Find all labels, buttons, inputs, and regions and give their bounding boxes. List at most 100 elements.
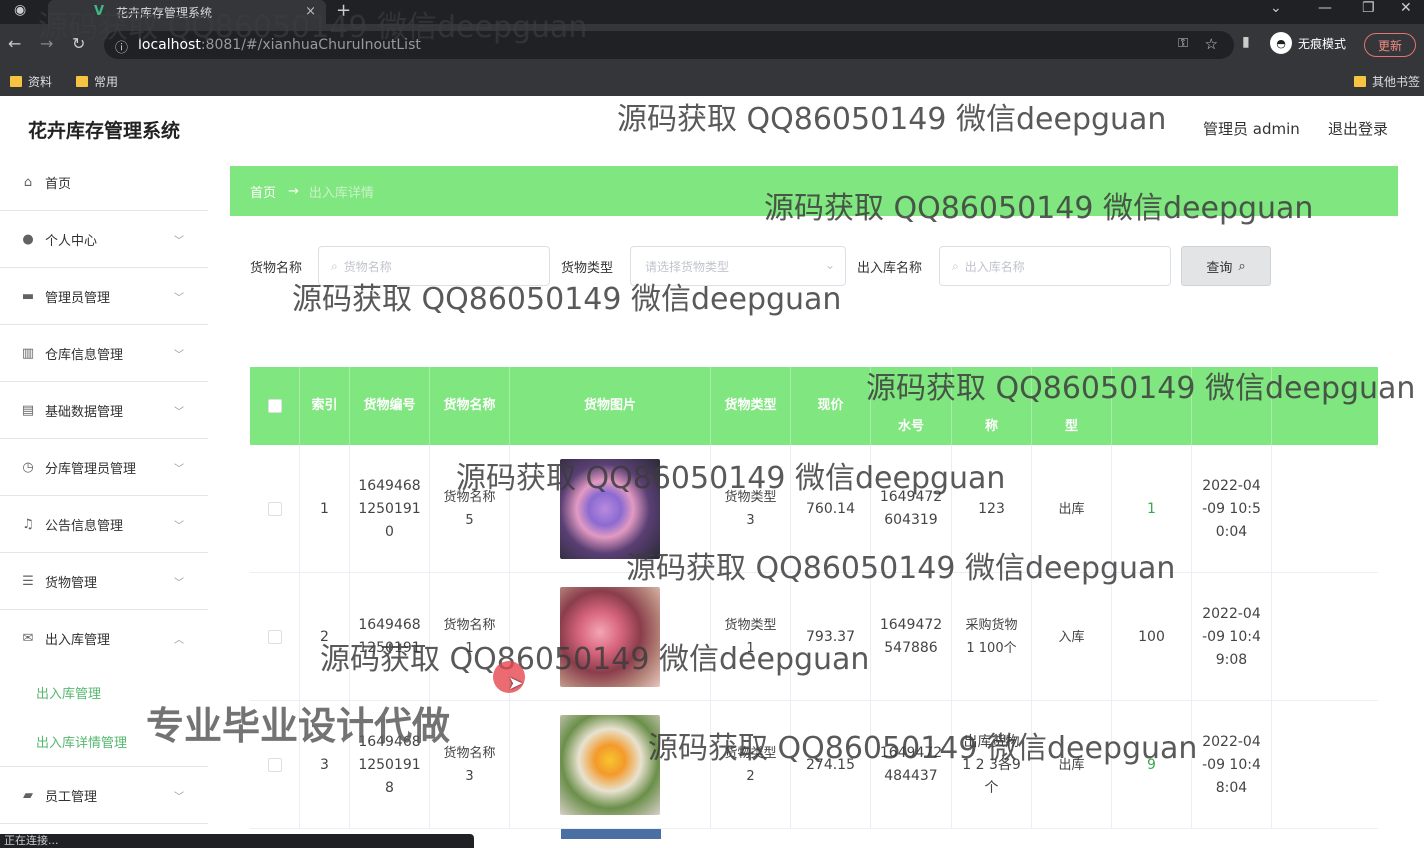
site-info-icon[interactable]: ⓘ [115, 37, 128, 56]
col-time[interactable] [1192, 367, 1272, 445]
col-label: 货物名称 [443, 398, 496, 413]
sidebar-item-profile[interactable]: ● 个人中心 ﹀ [0, 211, 208, 268]
cell-time: 2022-04 -09 10:4 9:08 [1192, 573, 1272, 701]
breadcrumb-current: 出入库详情 [308, 185, 374, 201]
sidebar-item-home[interactable]: ⌂ 首页 [0, 154, 208, 211]
url-input[interactable]: ⓘ localhost:8081/#/xianhuaChuruInoutList… [104, 31, 1234, 59]
col-price[interactable]: 现价 [791, 367, 871, 445]
cell-index: 2 [300, 573, 350, 701]
breadcrumb: 首页 → 出入库详情 [230, 166, 1398, 216]
cell-inout-type: 入库 [1032, 573, 1112, 701]
key-icon[interactable]: ⚿ [1178, 36, 1188, 51]
sidebar-item-label: 基础数据管理 [45, 404, 124, 420]
cell-serial: 1649472 484437 [871, 701, 952, 829]
sidebar-item-staff[interactable]: ▰ 员工管理 ﹀ [0, 767, 208, 824]
chevron-down-icon: ⌄ [824, 258, 835, 272]
breadcrumb-home[interactable]: 首页 [250, 182, 276, 201]
sidebar-item-label: 员工管理 [45, 789, 98, 805]
col-goods-name[interactable]: 货物名称 [430, 367, 510, 445]
close-window-icon[interactable]: ✕ [1400, 0, 1412, 16]
breadcrumb-arrow-icon: → [288, 183, 299, 199]
sidebar-item-warehouse[interactable]: ▥ 仓库信息管理 ﹀ [0, 325, 208, 382]
col-inout-type[interactable]: 型 [1032, 367, 1112, 445]
back-icon[interactable]: ← [8, 34, 21, 53]
cell-quantity: 9 [1112, 701, 1192, 829]
chevron-down-icon: ﹀ [174, 350, 184, 361]
other-bookmarks[interactable]: 其他书签 [1354, 73, 1420, 90]
flower-photo[interactable] [560, 587, 660, 687]
forward-icon[interactable]: → [40, 34, 53, 53]
restore-icon[interactable]: ❐ [1362, 0, 1375, 16]
url-path: :8081/#/xianhuaChuruInoutList [200, 37, 421, 53]
col-quantity[interactable] [1112, 367, 1192, 445]
bookmarks-bar: 资料 常用 其他书签 [0, 66, 1424, 96]
goods-name-input[interactable]: ⌕ 货物名称 [318, 246, 550, 286]
update-button[interactable]: 更新 [1364, 33, 1416, 57]
col-index[interactable]: 索引 [300, 367, 350, 445]
cell-goods-photo[interactable] [510, 445, 711, 573]
bookmark-folder[interactable]: 常用 [76, 73, 118, 90]
bookmark-folder[interactable]: 资料 [10, 73, 52, 90]
current-user: 管理员 admin [1203, 120, 1300, 138]
col-goods-photo[interactable]: 货物图片 [510, 367, 711, 445]
browser-tab[interactable]: V 花卉库存管理系统 × [48, 0, 326, 24]
browser-menu-icon[interactable]: ◉ [14, 2, 26, 18]
new-tab-icon[interactable]: + [336, 0, 351, 21]
chevron-down-icon: ﹀ [174, 792, 184, 803]
col-goods-code[interactable]: 货物编号 [350, 367, 430, 445]
inout-name-input[interactable]: ⌕ 出入库名称 [939, 246, 1171, 286]
inout-name-label: 出入库名称 [857, 260, 923, 276]
cell-goods-photo[interactable] [510, 573, 711, 701]
cell-inout-name: 采购货物 1 100个 [952, 573, 1032, 701]
chevron-down-icon: ﹀ [174, 407, 184, 418]
select-all-checkbox[interactable] [250, 367, 300, 445]
cell-price: 760.14 [791, 445, 871, 573]
minimize-icon[interactable]: — [1318, 0, 1332, 16]
query-button-label: 查询 [1206, 260, 1233, 276]
sidebar-item-admins[interactable]: ▬ 管理员管理 ﹀ [0, 268, 208, 325]
star-icon[interactable]: ☆ [1205, 35, 1218, 53]
col-actions [1272, 367, 1378, 445]
cell-goods-photo[interactable] [510, 701, 711, 829]
logout-link[interactable]: 退出登录 [1328, 118, 1388, 139]
col-serial[interactable]: 水号 [871, 367, 952, 445]
cell-quantity: 100 [1112, 573, 1192, 701]
goods-type-placeholder: 请选择货物类型 [645, 259, 730, 274]
chevron-down-icon: ﹀ [174, 578, 184, 589]
sidebar-item-notices[interactable]: ♫ 公告信息管理 ﹀ [0, 496, 208, 553]
cell-serial: 1649472 547886 [871, 573, 952, 701]
flower-photo[interactable] [561, 829, 661, 839]
tab-search-icon[interactable]: ⌄ [1270, 0, 1282, 16]
sidebar-item-goods[interactable]: ☰ 货物管理 ﹀ [0, 553, 208, 610]
table-row: 2 1649468 1250191 货物名称 1 货物类型 1 793.37 1… [250, 573, 1378, 701]
sidebar-item-basedata[interactable]: ▤ 基础数据管理 ﹀ [0, 382, 208, 439]
col-goods-type[interactable]: 货物类型 [711, 367, 791, 445]
row-checkbox[interactable] [250, 573, 300, 701]
flower-photo[interactable] [560, 459, 660, 559]
sliders-icon: ☰ [22, 573, 34, 589]
bookmark-label: 资料 [28, 75, 53, 89]
incognito-indicator[interactable]: ◓ 无痕模式 [1270, 32, 1346, 54]
reload-icon[interactable]: ↻ [72, 34, 85, 53]
col-label: 称 [984, 419, 998, 434]
search-icon: ⌕ [331, 258, 338, 273]
clock-icon: ◷ [22, 459, 34, 475]
cell-inout-type: 出库 [1032, 445, 1112, 573]
chevron-down-icon: ﹀ [174, 464, 184, 475]
goods-type-select[interactable]: 请选择货物类型 ⌄ [630, 246, 846, 286]
col-label: 货物图片 [583, 398, 636, 413]
row-checkbox[interactable] [250, 445, 300, 573]
col-label: 型 [1064, 419, 1078, 434]
tab-title: 花卉库存管理系统 [116, 5, 213, 20]
sidebar-item-inout[interactable]: ✉ 出入库管理 ︿ [0, 610, 208, 667]
message-icon: ✉ [22, 631, 34, 646]
flower-photo[interactable] [560, 715, 660, 815]
query-button[interactable]: 查询 ⌕ [1181, 246, 1271, 286]
sidebar-item-branch-admins[interactable]: ◷ 分库管理员管理 ﹀ [0, 439, 208, 496]
col-inout-name[interactable]: 称 [952, 367, 1032, 445]
tab-close-icon[interactable]: × [305, 4, 316, 19]
sidepanel-icon[interactable]: ▮ [1242, 34, 1250, 50]
col-label: 现价 [817, 398, 844, 413]
col-label: 水号 [897, 419, 924, 434]
cell-goods-type: 货物类型 2 [711, 701, 791, 829]
